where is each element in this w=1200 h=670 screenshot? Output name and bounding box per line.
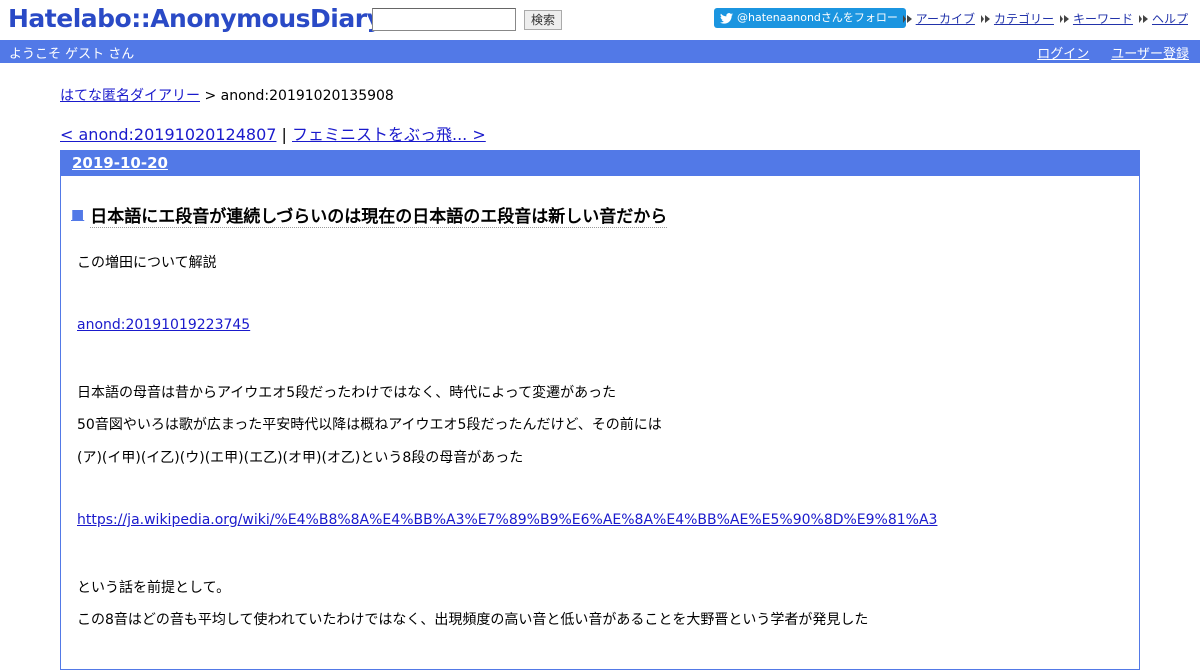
twitter-bird-icon	[720, 12, 733, 24]
login-link[interactable]: ログイン	[1037, 43, 1089, 62]
body-paragraph: この増田について解説	[77, 255, 217, 271]
breadcrumb-current: anond:20191020135908	[220, 88, 394, 104]
body-paragraph: 日本語の母音は昔からアイウエオ5段だったわけではなく、時代によって変遷があった	[77, 385, 617, 401]
next-entry-link[interactable]: フェミニストをぶっ飛... >	[292, 125, 486, 144]
entry-date-link[interactable]: 2019-10-20	[72, 154, 168, 172]
breadcrumb-home-link[interactable]: はてな匿名ダイアリー	[60, 88, 200, 104]
arrow-icon	[1138, 14, 1148, 23]
nav-category-link[interactable]: カテゴリー	[994, 10, 1054, 27]
body-paragraph: という話を前提として。	[77, 580, 231, 596]
breadcrumb: はてな匿名ダイアリー > anond:20191020135908	[60, 85, 394, 105]
pager-divider: |	[276, 125, 292, 144]
nav-help-link[interactable]: ヘルプ	[1152, 10, 1188, 27]
search-button[interactable]: 検索	[524, 10, 562, 30]
day-header: 2019-10-20	[61, 150, 1139, 176]
follow-label: @hatenaanondさんをフォロー	[737, 11, 898, 24]
entry-pager: < anond:20191020124807 | フェミニストをぶっ飛... >	[60, 121, 486, 145]
entry-title: ■ 日本語にエ段音が連続しづらいのは現在の日本語のエ段音は新しい音だから	[71, 202, 668, 228]
body-paragraph: 50音図やいろは歌が広まった平安時代以降は概ねアイウエオ5段だったんだけど、その…	[77, 417, 662, 433]
welcome-bar: ようこそ ゲスト さん ログイン ユーザー登録	[0, 40, 1200, 63]
anond-reference-link[interactable]: anond:20191019223745	[77, 317, 250, 333]
site-logo[interactable]: Hatelabo::AnonymousDiary	[8, 4, 383, 33]
day-section: 2019-10-20 ■ 日本語にエ段音が連続しづらいのは現在の日本語のエ段音は…	[60, 150, 1140, 670]
body-link-paragraph: https://ja.wikipedia.org/wiki/%E4%B8%8A%…	[77, 512, 937, 528]
search-input[interactable]	[372, 8, 516, 31]
permalink-square-icon[interactable]: ■	[71, 207, 84, 223]
header-nav: アーカイブ カテゴリー キーワード ヘルプ	[902, 10, 1188, 27]
welcome-text: ようこそ ゲスト さん	[9, 47, 135, 62]
entry-title-text: 日本語にエ段音が連続しづらいのは現在の日本語のエ段音は新しい音だから	[90, 202, 668, 228]
breadcrumb-separator: >	[200, 88, 221, 104]
site-header: Hatelabo::AnonymousDiary 検索 @hatenaanond…	[0, 0, 1200, 40]
body-link-paragraph: anond:20191019223745	[77, 317, 250, 333]
nav-keyword-link[interactable]: キーワード	[1073, 10, 1133, 27]
nav-archive-link[interactable]: アーカイブ	[916, 10, 975, 27]
arrow-icon	[902, 14, 912, 23]
prev-entry-link[interactable]: < anond:20191020124807	[60, 125, 276, 144]
wikipedia-link[interactable]: https://ja.wikipedia.org/wiki/%E4%B8%8A%…	[77, 512, 937, 528]
twitter-follow-button[interactable]: @hatenaanondさんをフォロー	[714, 8, 906, 28]
register-link[interactable]: ユーザー登録	[1111, 43, 1189, 62]
body-paragraph: この8音はどの音も平均して使われていたわけではなく、出現頻度の高い音と低い音があ…	[77, 612, 869, 628]
arrow-icon	[980, 14, 990, 23]
account-links: ログイン ユーザー登録	[1037, 43, 1189, 62]
body-paragraph: (ア)(イ甲)(イ乙)(ウ)(エ甲)(エ乙)(オ甲)(オ乙)という8段の母音があ…	[77, 450, 524, 466]
arrow-icon	[1059, 14, 1069, 23]
